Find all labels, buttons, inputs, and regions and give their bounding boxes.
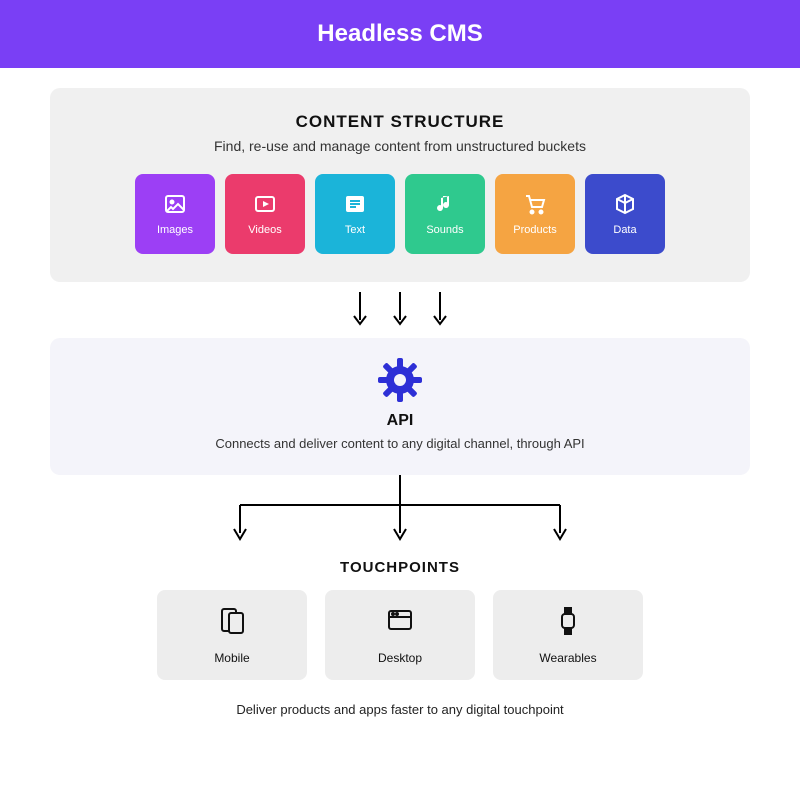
text-icon (343, 192, 367, 216)
api-panel: API Connects and deliver content to any … (50, 338, 750, 475)
video-icon (253, 192, 277, 216)
arrow-down-icon (350, 290, 370, 328)
product-icon (523, 192, 547, 216)
arrow-down-icon (390, 290, 410, 328)
image-icon (163, 192, 187, 216)
tile-sounds: Sounds (405, 174, 485, 254)
tile-products: Products (495, 174, 575, 254)
sound-icon (433, 192, 457, 216)
touchpoint-mobile: Mobile (157, 590, 307, 680)
touchpoints-row: Mobile Desktop Wearables (157, 590, 643, 680)
touchpoints-heading: TOUCHPOINTS (340, 559, 460, 576)
arrow-down-icon (430, 290, 450, 328)
touchpoint-wearables-label: Wearables (539, 651, 596, 665)
banner: Headless CMS (0, 0, 800, 68)
arrows-content-to-api (350, 282, 450, 338)
tile-videos-label: Videos (248, 224, 281, 236)
api-title: API (74, 412, 726, 430)
content-tile-row: Images Videos Text Sounds (74, 174, 726, 254)
touchpoint-wearables: Wearables (493, 590, 643, 680)
arrows-api-to-touchpoints (200, 475, 600, 547)
content-heading: CONTENT STRUCTURE (74, 112, 726, 132)
wearable-icon (553, 606, 583, 641)
gear-icon (74, 356, 726, 404)
tile-videos: Videos (225, 174, 305, 254)
content-subtitle: Find, re-use and manage content from uns… (74, 138, 726, 154)
content-structure-panel: CONTENT STRUCTURE Find, re-use and manag… (50, 88, 750, 282)
tile-text-label: Text (345, 224, 365, 236)
diagram-stage: CONTENT STRUCTURE Find, re-use and manag… (0, 68, 800, 717)
tile-products-label: Products (513, 224, 556, 236)
tile-data-label: Data (613, 224, 636, 236)
touchpoints-footer: Deliver products and apps faster to any … (236, 702, 563, 717)
tile-sounds-label: Sounds (426, 224, 463, 236)
banner-title: Headless CMS (317, 20, 482, 47)
tile-images-label: Images (157, 224, 193, 236)
touchpoint-desktop-label: Desktop (378, 651, 422, 665)
tile-data: Data (585, 174, 665, 254)
touchpoint-mobile-label: Mobile (214, 651, 249, 665)
tile-text: Text (315, 174, 395, 254)
desktop-icon (385, 606, 415, 641)
mobile-icon (217, 606, 247, 641)
tile-images: Images (135, 174, 215, 254)
data-icon (613, 192, 637, 216)
api-subtitle: Connects and deliver content to any digi… (74, 436, 726, 451)
touchpoint-desktop: Desktop (325, 590, 475, 680)
